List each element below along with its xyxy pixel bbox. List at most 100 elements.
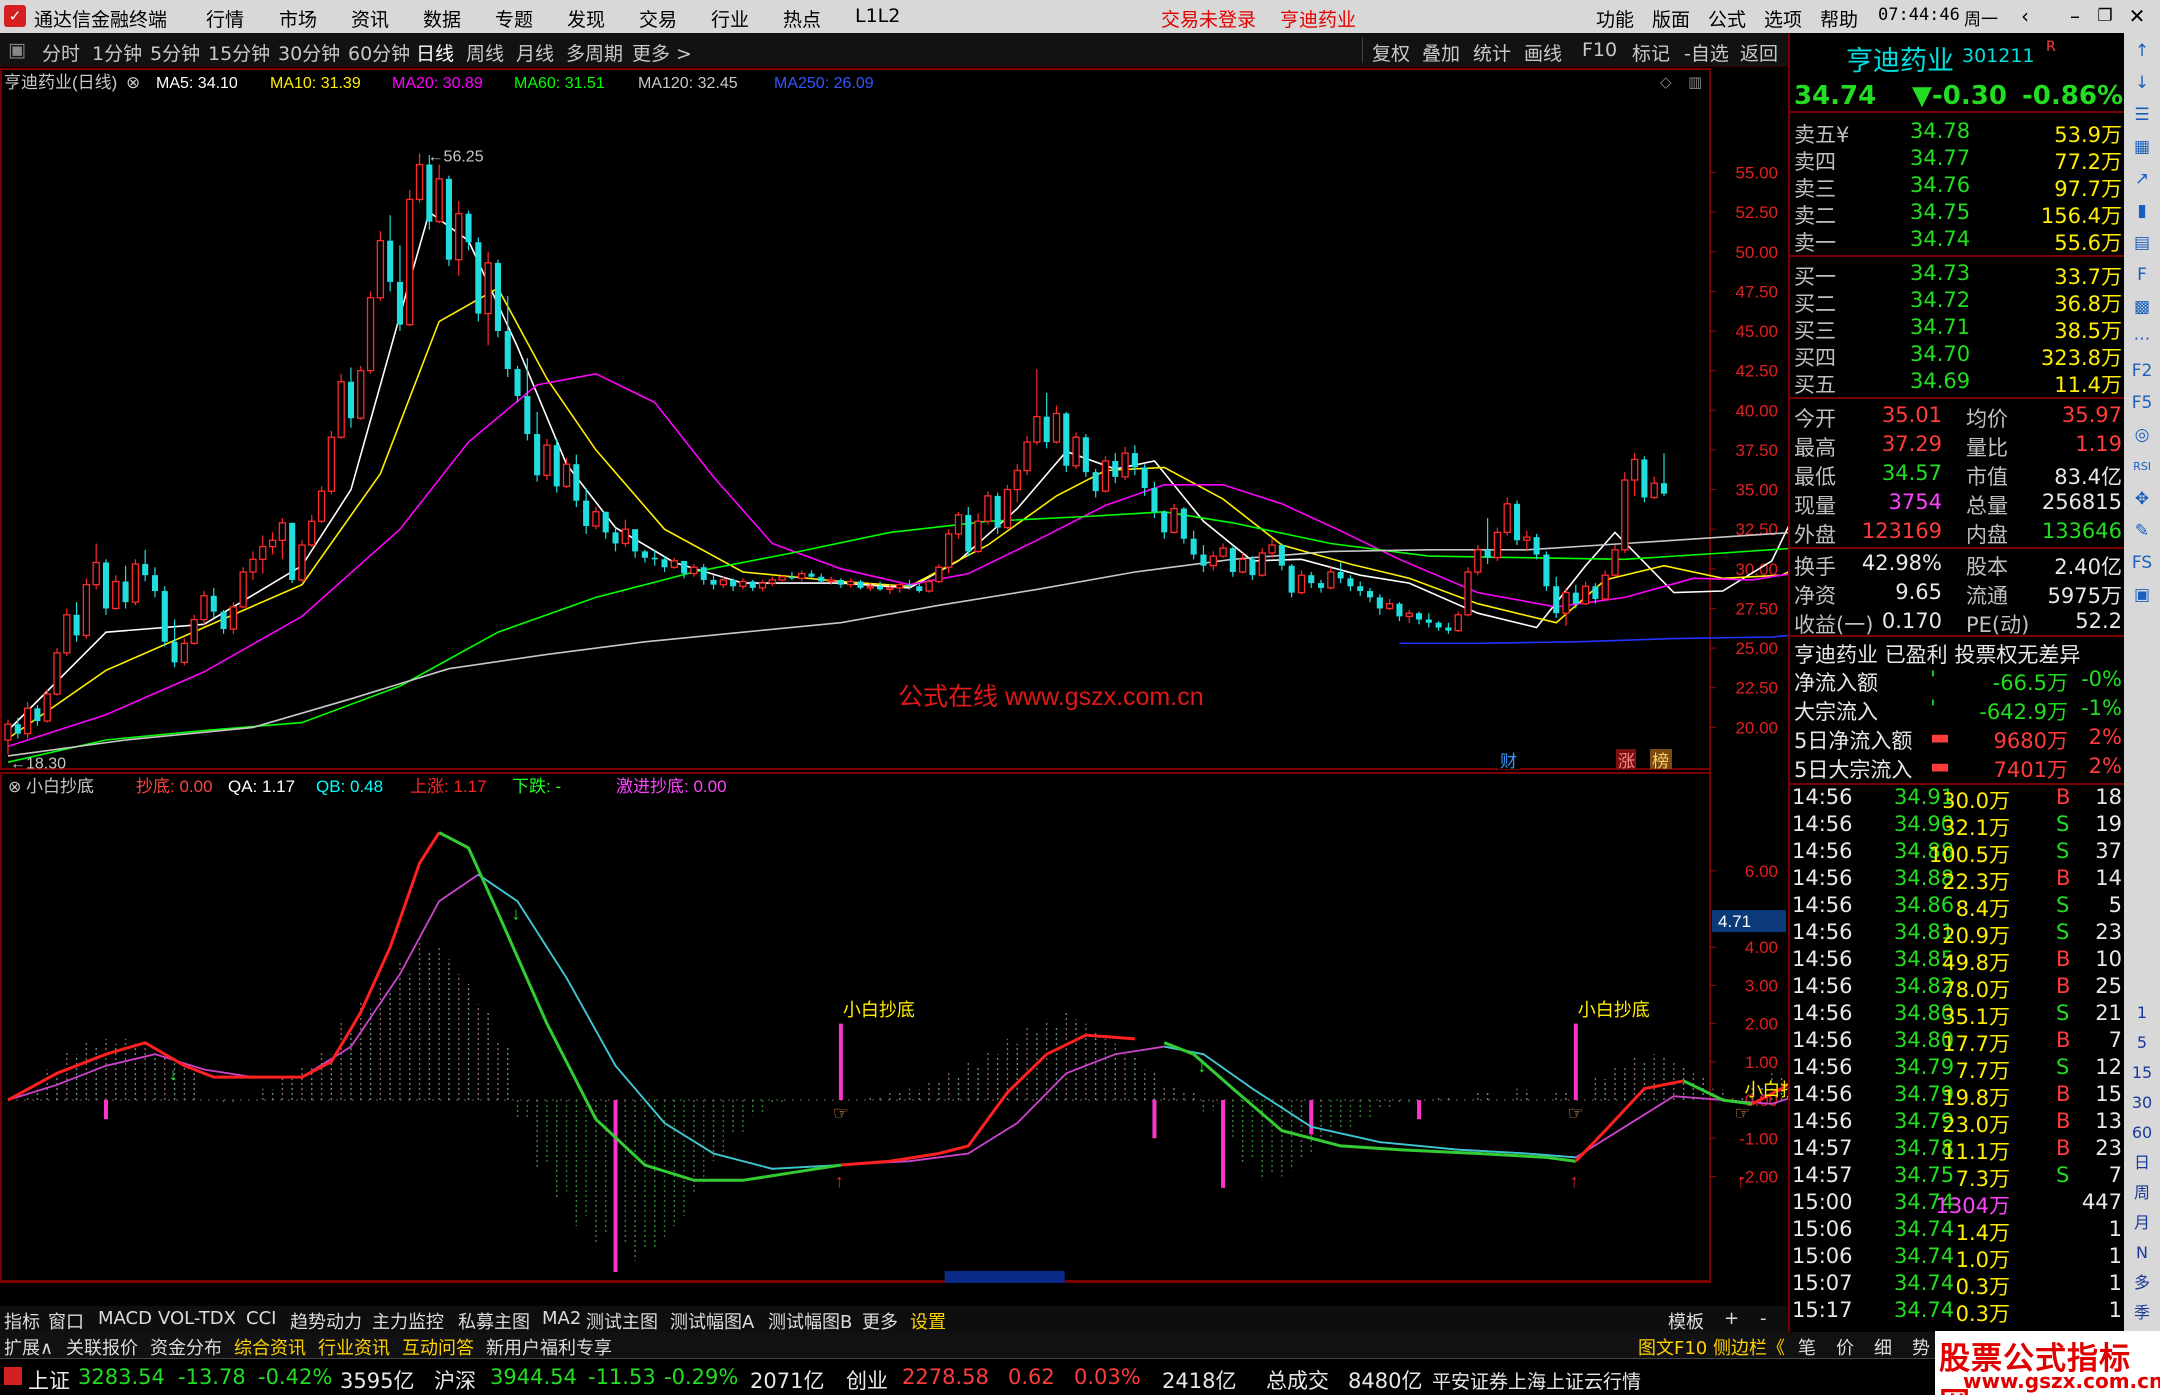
tick-row[interactable]: 14:56 34.80 35.1万 S 21 [1790, 1001, 2126, 1029]
chart-icon[interactable]: ↗ [2128, 165, 2156, 193]
toolbar-item-0[interactable]: 指标 [4, 1308, 40, 1334]
menu-zixun[interactable]: 资讯 [351, 5, 389, 32]
f10-icon[interactable]: F [2128, 261, 2156, 289]
grid-icon[interactable]: ▩ [2128, 293, 2156, 321]
tick-row[interactable]: 14:56 34.91 30.0万 B 18 [1790, 785, 2126, 813]
tick-row[interactable]: 14:56 34.79 7.7万 S 12 [1790, 1055, 2126, 1083]
tick-row[interactable]: 15:17 34.74 0.3万 1 [1790, 1298, 2126, 1326]
sh-name[interactable]: 上证 [28, 1365, 70, 1395]
strip-period-0[interactable]: 1 [2128, 999, 2156, 1027]
ask-row[interactable]: 卖五¥ 34.78 53.9万 [1790, 119, 2126, 147]
ask-row[interactable]: 卖二 34.75 156.4万 [1790, 200, 2126, 228]
left-arrow-icon[interactable]: ‹ [2010, 3, 2040, 29]
toolbar-item-10[interactable]: 测试幅图A [670, 1308, 754, 1334]
strip-period-10[interactable]: 季 [2128, 1299, 2156, 1327]
subbar-item-3[interactable]: 综合资讯 [234, 1334, 306, 1360]
period-fenshi[interactable]: 分时 [42, 39, 80, 66]
tick-row[interactable]: 14:56 34.90 32.1万 S 19 [1790, 812, 2126, 840]
tool-biaoji[interactable]: 标记 [1632, 39, 1670, 66]
tool-diejia[interactable]: 叠加 [1422, 39, 1460, 66]
tick-row[interactable]: 14:56 34.88 100.5万 S 37 [1790, 839, 2126, 867]
fs-icon[interactable]: FS [2128, 549, 2156, 577]
tick-row[interactable]: 14:56 34.88 22.3万 B 14 [1790, 866, 2126, 894]
ask-row[interactable]: 卖一 34.74 55.6万 [1790, 227, 2126, 255]
chart-area[interactable]: 55.00 52.50 50.00 47.50 45.00 42.50 40.00 37.50… [0, 67, 1842, 1304]
tab-jia[interactable]: 价 [1836, 1334, 1854, 1360]
period-daily[interactable]: 日线 [416, 39, 454, 66]
badge-cai[interactable]: 财 [1500, 752, 1517, 771]
menu-l1l2[interactable]: L1L2 [855, 5, 900, 27]
period-monthly[interactable]: 月线 [516, 39, 554, 66]
toolbar-item-7[interactable]: 私募主图 [458, 1308, 530, 1334]
tool-huaxian[interactable]: 画线 [1524, 39, 1562, 66]
menu-shuju[interactable]: 数据 [423, 5, 461, 32]
toolbar-right-2[interactable]: - [1760, 1308, 1767, 1329]
bid-row[interactable]: 买二 34.72 36.8万 [1790, 288, 2126, 316]
period-60min[interactable]: 60分钟 [348, 39, 410, 66]
subbar-right-link[interactable]: 图文F10 侧边栏《 [1638, 1334, 1785, 1360]
strip-period-4[interactable]: 60 [2128, 1119, 2156, 1147]
tick-row[interactable]: 14:56 34.81 20.9万 S 23 [1790, 920, 2126, 948]
panel-toggle-icon[interactable]: ▣ [8, 39, 26, 61]
strip-period-7[interactable]: 月 [2128, 1209, 2156, 1237]
menu-jiaoyi[interactable]: 交易 [639, 5, 677, 32]
tick-row[interactable]: 14:56 34.79 23.0万 B 13 [1790, 1109, 2126, 1137]
diamond-icon[interactable]: ◇ [1660, 74, 1672, 91]
menu-faxian[interactable]: 发现 [567, 5, 605, 32]
tool-fanhui[interactable]: 返回 [1740, 39, 1778, 66]
bid-row[interactable]: 买四 34.70 323.8万 [1790, 342, 2126, 370]
menu-bangzhu[interactable]: 帮助 [1820, 5, 1858, 32]
screen-icon[interactable]: ▣ [2128, 581, 2156, 609]
kline-icon[interactable]: ▮ [2128, 197, 2156, 225]
up-arrow-icon[interactable]: ↑ [2128, 37, 2156, 65]
badge-zhang[interactable]: 涨 [1618, 752, 1635, 771]
subbar-item-4[interactable]: 行业资讯 [318, 1334, 390, 1360]
subbar-item-0[interactable]: 扩展∧ [4, 1334, 53, 1360]
strip-period-5[interactable]: 日 [2128, 1149, 2156, 1177]
tool-fuquan[interactable]: 复权 [1372, 39, 1410, 66]
tab-bi[interactable]: 笔 [1798, 1334, 1816, 1360]
f2-icon[interactable]: F2 [2128, 357, 2156, 385]
toolbar-item-8[interactable]: MA2 [542, 1308, 581, 1329]
tick-row[interactable]: 15:06 34.74 1.4万 1 [1790, 1217, 2126, 1245]
move-icon[interactable]: ✥ [2128, 485, 2156, 513]
list-icon[interactable]: ▤ [2128, 229, 2156, 257]
subbar-item-1[interactable]: 关联报价 [66, 1334, 138, 1360]
tick-row[interactable]: 15:00 34.74 1304万 447 [1790, 1190, 2126, 1218]
strip-period-3[interactable]: 30 [2128, 1089, 2156, 1117]
strip-period-9[interactable]: 多 [2128, 1269, 2156, 1297]
strip-period-2[interactable]: 15 [2128, 1059, 2156, 1087]
toolbar-right-1[interactable]: + [1724, 1308, 1739, 1329]
toolbar-item-3[interactable]: VOL-TDX [158, 1308, 236, 1329]
minimize-icon[interactable]: – [2060, 3, 2090, 29]
tab-shi[interactable]: 势 [1912, 1334, 1930, 1360]
tool-tongji[interactable]: 统计 [1473, 39, 1511, 66]
menu-hangye[interactable]: 行业 [711, 5, 749, 32]
menu-shichang[interactable]: 市场 [279, 5, 317, 32]
f5-icon[interactable]: F5 [2128, 389, 2156, 417]
strip-period-1[interactable]: 5 [2128, 1029, 2156, 1057]
toolbar-item-9[interactable]: 测试主图 [586, 1308, 658, 1334]
period-15min[interactable]: 15分钟 [208, 39, 270, 66]
period-more[interactable]: 更多 > [632, 39, 692, 66]
toolbar-item-4[interactable]: CCI [246, 1308, 276, 1329]
toolbar-item-11[interactable]: 测试幅图B [768, 1308, 852, 1334]
restore-icon[interactable]: ❐ [2090, 3, 2120, 29]
news-icon[interactable]: ☰ [2128, 101, 2156, 129]
menu-hangqing[interactable]: 行情 [206, 5, 244, 32]
hs-name[interactable]: 沪深 [434, 1365, 476, 1395]
period-1min[interactable]: 1分钟 [92, 39, 142, 66]
cy-name[interactable]: 创业 [846, 1365, 888, 1395]
toolbar-item-2[interactable]: MACD [98, 1308, 152, 1329]
toolbar-item-1[interactable]: 窗口 [48, 1308, 84, 1334]
menu-xuanxiang[interactable]: 选项 [1764, 5, 1802, 32]
bid-row[interactable]: 买五 34.69 11.4万 [1790, 369, 2126, 397]
current-stock-notice[interactable]: 亨迪药业 [1280, 5, 1356, 32]
tool-f10[interactable]: F10 [1582, 39, 1617, 61]
table-icon[interactable]: ▦ [2128, 133, 2156, 161]
menu-gongshi[interactable]: 公式 [1708, 5, 1746, 32]
bid-row[interactable]: 买三 34.71 38.5万 [1790, 315, 2126, 343]
indicator-settings-icon[interactable]: ⊗ [8, 779, 21, 796]
period-30min[interactable]: 30分钟 [278, 39, 340, 66]
ask-row[interactable]: 卖四 34.77 77.2万 [1790, 146, 2126, 174]
